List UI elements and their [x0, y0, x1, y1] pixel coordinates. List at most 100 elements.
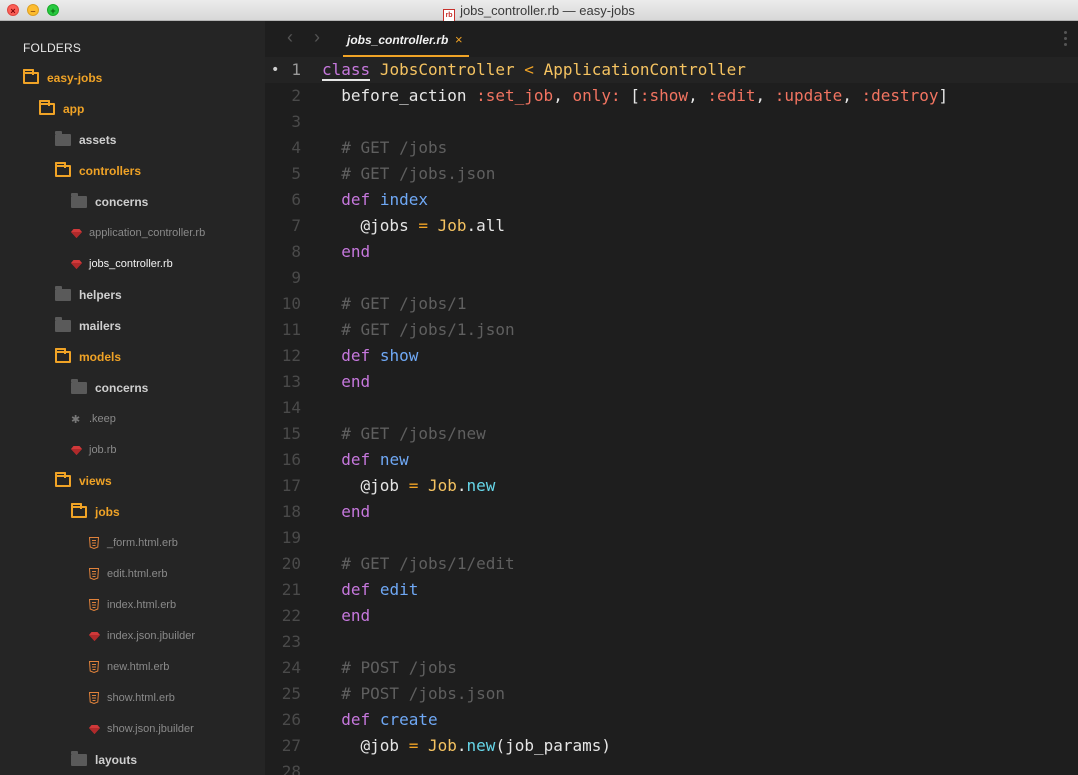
- tree-item-label: app: [63, 102, 85, 116]
- tree-item[interactable]: mailers: [55, 314, 121, 338]
- tree-item-label: assets: [79, 133, 117, 147]
- tree-item[interactable]: index.json.jbuilder: [89, 624, 195, 648]
- more-options-icon[interactable]: [1064, 31, 1068, 49]
- tree-item[interactable]: edit.html.erb: [89, 562, 168, 586]
- code-line[interactable]: 15 # GET /jobs/new: [265, 421, 1078, 447]
- tree-item-label: easy-jobs: [47, 71, 103, 85]
- tree-item[interactable]: new.html.erb: [89, 655, 169, 679]
- nav-back-icon[interactable]: ‹: [287, 27, 293, 48]
- folder-open-icon: [55, 472, 71, 487]
- line-number: 2: [291, 86, 301, 105]
- line-number: 20: [281, 554, 301, 573]
- code-line[interactable]: 26 def create: [265, 707, 1078, 733]
- tree-item[interactable]: app: [39, 97, 84, 121]
- tree-item-label: controllers: [79, 164, 142, 178]
- tree-item-label: edit.html.erb: [107, 568, 168, 580]
- tree-item[interactable]: concerns: [71, 376, 148, 400]
- code-line[interactable]: 17 @job = Job.new: [265, 473, 1078, 499]
- tab-close-icon[interactable]: ×: [455, 32, 463, 47]
- html-file-icon: [89, 537, 99, 549]
- code-text: # GET /jobs/new: [322, 424, 486, 443]
- code-line[interactable]: 10 # GET /jobs/1: [265, 291, 1078, 317]
- tree-item-label: models: [79, 350, 122, 364]
- sidebar: FOLDERS easy-jobs app assets controllers con…: [0, 21, 265, 775]
- tree-item[interactable]: job.rb: [71, 438, 117, 462]
- tree-item[interactable]: views: [55, 469, 112, 493]
- tree-item[interactable]: easy-jobs: [23, 66, 102, 90]
- code-text: before_action :set_job, only: [:show, :e…: [322, 86, 949, 105]
- code-line[interactable]: 19: [265, 525, 1078, 551]
- code-line[interactable]: 27 @job = Job.new(job_params): [265, 733, 1078, 759]
- tree-item-label: concerns: [95, 381, 149, 395]
- code-line[interactable]: 3: [265, 109, 1078, 135]
- tree-item-label: show.json.jbuilder: [107, 723, 194, 735]
- code-line[interactable]: 6 def index: [265, 187, 1078, 213]
- code-line[interactable]: • 1 class JobsController < ApplicationCont…: [265, 57, 1078, 83]
- line-number: 8: [291, 242, 301, 261]
- tree-item-label: concerns: [95, 195, 149, 209]
- code-text: # GET /jobs: [322, 138, 448, 157]
- code-line[interactable]: 8 end: [265, 239, 1078, 265]
- tree-item-label: job.rb: [89, 444, 117, 456]
- tree-item-label: jobs: [95, 505, 120, 519]
- code-line[interactable]: 5 # GET /jobs.json: [265, 161, 1078, 187]
- tree-item[interactable]: ✱ .keep: [71, 407, 116, 431]
- line-number: 21: [281, 580, 301, 599]
- code-line[interactable]: 11 # GET /jobs/1.json: [265, 317, 1078, 343]
- line-number: 7: [291, 216, 301, 235]
- ruby-file-icon: [71, 259, 82, 269]
- folder-closed-icon: [55, 286, 71, 301]
- generic-file-icon: ✱: [71, 413, 81, 426]
- tree-item[interactable]: show.html.erb: [89, 686, 175, 710]
- tree-item[interactable]: helpers: [55, 283, 122, 307]
- tree-item[interactable]: _form.html.erb: [89, 531, 178, 555]
- ruby-file-icon: [89, 631, 100, 641]
- code-editor[interactable]: • 1 class JobsController < ApplicationCont…: [265, 57, 1078, 775]
- tree-item[interactable]: index.html.erb: [89, 593, 176, 617]
- code-text: end: [341, 606, 371, 625]
- code-text: @job = Job.new: [322, 476, 496, 495]
- tree-item[interactable]: controllers: [55, 159, 141, 183]
- code-line[interactable]: 4 # GET /jobs: [265, 135, 1078, 161]
- tree-item-label: mailers: [79, 319, 122, 333]
- tree-item[interactable]: jobs_controller.rb: [71, 252, 173, 276]
- html-file-icon: [89, 661, 99, 673]
- code-line[interactable]: 13 end: [265, 369, 1078, 395]
- tree-item-label: index.html.erb: [107, 599, 177, 611]
- tree-item[interactable]: assets: [55, 128, 116, 152]
- code-line[interactable]: 2 before_action :set_job, only: [:show, …: [265, 83, 1078, 109]
- tree-item[interactable]: application_controller.rb: [71, 221, 205, 245]
- tree-item-label: layouts: [95, 753, 138, 767]
- tree-item[interactable]: models: [55, 345, 121, 369]
- line-number: 16: [281, 450, 301, 469]
- tree-item[interactable]: layouts: [71, 748, 137, 772]
- line-number: 6: [291, 190, 301, 209]
- code-line[interactable]: 20 # GET /jobs/1/edit: [265, 551, 1078, 577]
- folder-open-icon: [71, 503, 87, 518]
- code-line[interactable]: 24 # POST /jobs: [265, 655, 1078, 681]
- code-line[interactable]: 23: [265, 629, 1078, 655]
- code-line[interactable]: 14: [265, 395, 1078, 421]
- tree-item[interactable]: concerns: [71, 190, 148, 214]
- tree-item[interactable]: jobs: [71, 500, 120, 524]
- code-line[interactable]: 12 def show: [265, 343, 1078, 369]
- code-line[interactable]: 22 end: [265, 603, 1078, 629]
- code-line[interactable]: 7 @jobs = Job.all: [265, 213, 1078, 239]
- tree-item-label: helpers: [79, 288, 122, 302]
- tree-item[interactable]: show.json.jbuilder: [89, 717, 194, 741]
- code-line[interactable]: 9: [265, 265, 1078, 291]
- code-line[interactable]: 28: [265, 759, 1078, 775]
- code-line[interactable]: 25 # POST /jobs.json: [265, 681, 1078, 707]
- code-line[interactable]: 16 def new: [265, 447, 1078, 473]
- line-number: 9: [291, 268, 301, 287]
- line-number: 10: [281, 294, 301, 313]
- code-text: end: [341, 242, 371, 261]
- line-number: 27: [281, 736, 301, 755]
- nav-forward-icon[interactable]: ›: [314, 27, 320, 48]
- code-line[interactable]: 21 def edit: [265, 577, 1078, 603]
- html-file-icon: [89, 568, 99, 580]
- tab-jobs-controller[interactable]: jobs_controller.rb ×: [335, 21, 477, 57]
- code-line[interactable]: 18 end: [265, 499, 1078, 525]
- window-title: rb jobs_controller.rb — easy-jobs: [0, 3, 1078, 23]
- line-number: 25: [281, 684, 301, 703]
